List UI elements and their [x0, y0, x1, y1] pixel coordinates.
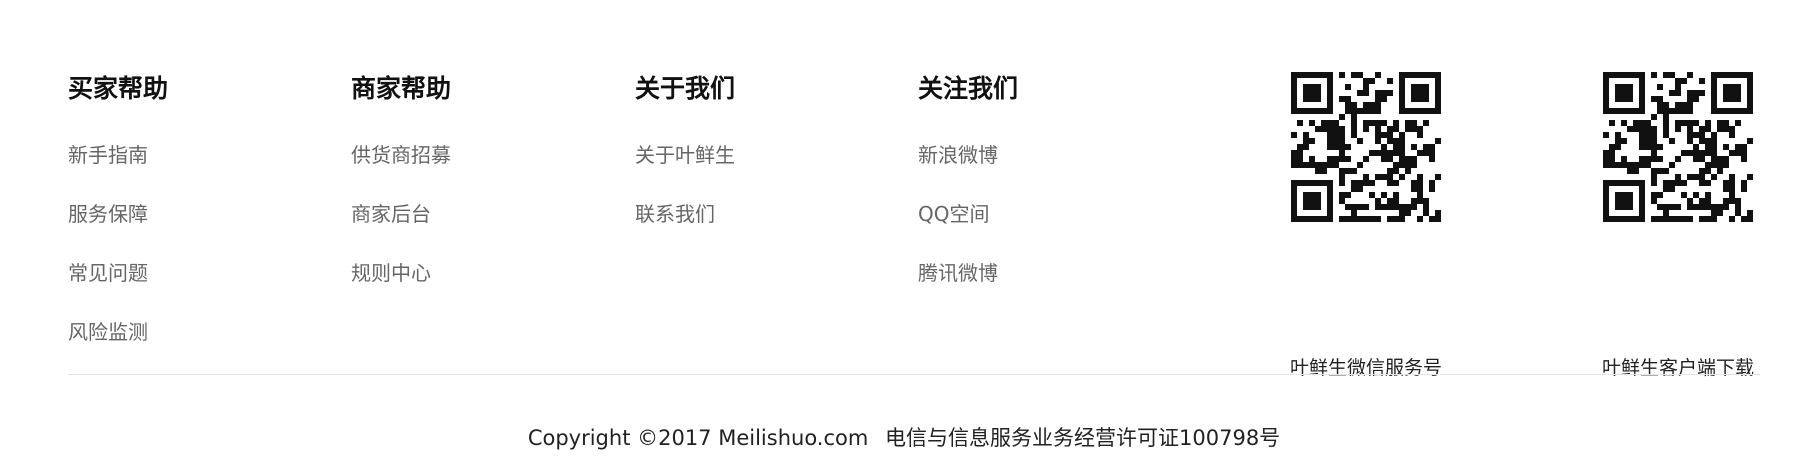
link-list: 新手指南 服务保障 常见问题 风险监测: [68, 126, 168, 362]
license-text: 电信与信息服务业务经营许可证100798号: [885, 426, 1281, 450]
footer-link-tencent-weibo[interactable]: 腾讯微博: [918, 244, 1018, 303]
footer-link-faq[interactable]: 常见问题: [68, 244, 168, 303]
footer-column-follow-us: 关注我们 新浪微博 QQ空间 腾讯微博: [918, 72, 1018, 303]
footer-link-seller-backend[interactable]: 商家后台: [351, 185, 451, 244]
footer-column-about-us: 关于我们 关于叶鲜生 联系我们: [635, 72, 735, 244]
qr-block-wechat: 叶鲜生微信服务号: [1266, 72, 1466, 380]
column-title: 买家帮助: [68, 74, 169, 103]
qr-caption: 叶鲜生客户端下载: [1601, 357, 1754, 379]
qr-code-icon: [1603, 72, 1753, 222]
column-title: 商家帮助: [351, 74, 452, 103]
qr-caption: 叶鲜生微信服务号: [1289, 357, 1442, 379]
footer-link-about-company[interactable]: 关于叶鲜生: [635, 126, 735, 185]
footer-link-sina-weibo[interactable]: 新浪微博: [918, 126, 1018, 185]
qr-code-icon: [1291, 72, 1441, 222]
footer-link-rules-center[interactable]: 规则中心: [351, 244, 451, 303]
footer-link-risk-monitoring[interactable]: 风险监测: [68, 303, 168, 362]
footer-link-service-guarantee[interactable]: 服务保障: [68, 185, 168, 244]
footer-link-contact-us[interactable]: 联系我们: [635, 185, 735, 244]
copyright-text: Copyright ©2017 Meilishuo.com: [527, 426, 869, 450]
footer-link-supplier-recruit[interactable]: 供货商招募: [351, 126, 451, 185]
link-list: 关于叶鲜生 联系我们: [635, 126, 735, 244]
copyright-line: Copyright ©2017 Meilishuo.com 电信与信息服务业务经…: [0, 424, 1808, 452]
footer-divider: [68, 374, 1760, 375]
link-list: 新浪微博 QQ空间 腾讯微博: [918, 126, 1018, 303]
column-title: 关于我们: [635, 74, 736, 103]
link-list: 供货商招募 商家后台 规则中心: [351, 126, 451, 303]
footer-link-newbie-guide[interactable]: 新手指南: [68, 126, 168, 185]
qr-block-app-download: 叶鲜生客户端下载: [1578, 72, 1778, 380]
footer-column-buyer-help: 买家帮助 新手指南 服务保障 常见问题 风险监测: [68, 72, 168, 362]
footer-column-seller-help: 商家帮助 供货商招募 商家后台 规则中心: [351, 72, 451, 303]
footer-link-qq-zone[interactable]: QQ空间: [918, 185, 1018, 244]
column-title: 关注我们: [918, 74, 1019, 103]
